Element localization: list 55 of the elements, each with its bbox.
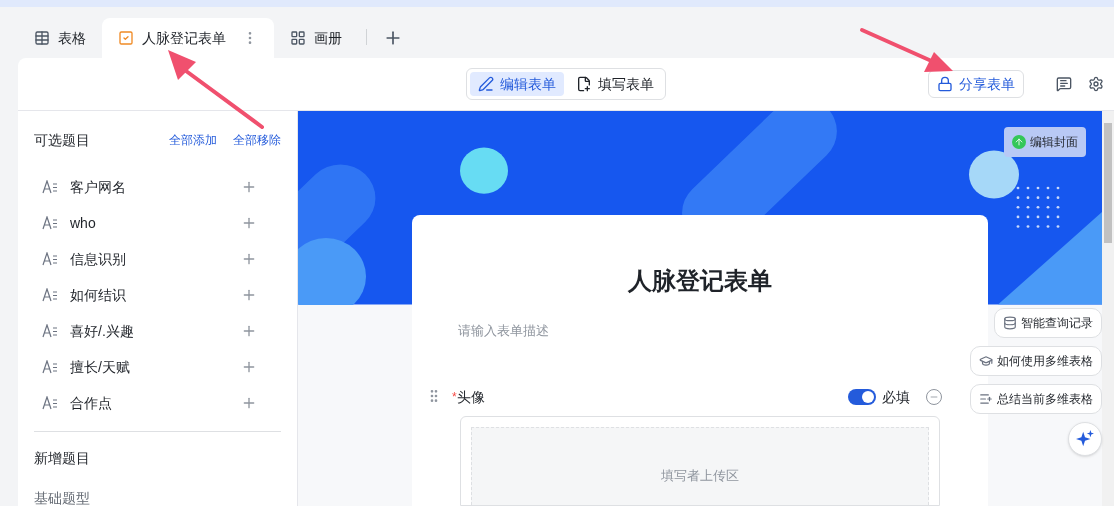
remove-all-link[interactable]: 全部移除 — [233, 131, 281, 149]
text-field-icon — [42, 324, 58, 338]
database-icon — [1003, 316, 1017, 330]
plus-icon[interactable] — [241, 215, 257, 231]
text-field-icon — [42, 216, 58, 230]
pen-icon — [478, 76, 494, 92]
settings-icon[interactable] — [1088, 76, 1104, 92]
plus-icon[interactable] — [241, 323, 257, 339]
edit-cover-button[interactable]: 编辑封面 — [1004, 127, 1086, 157]
section-title: 新增题目 — [34, 449, 91, 468]
tab[interactable]: 表格 — [18, 18, 102, 58]
mode-tab[interactable]: 填写表单 — [568, 72, 662, 96]
lock-icon — [937, 76, 953, 92]
ai-assistant-button[interactable] — [1068, 422, 1102, 456]
question-item[interactable]: 如何结识 — [34, 277, 281, 313]
required-label: 必填 — [882, 387, 910, 407]
required-toggle[interactable] — [848, 389, 876, 405]
plus-icon[interactable] — [241, 287, 257, 303]
text-field-icon — [42, 396, 58, 410]
plus-icon[interactable] — [241, 179, 257, 195]
text-field-icon — [42, 180, 58, 194]
plus-icon[interactable] — [241, 251, 257, 267]
question-item[interactable]: 擅长/天赋 — [34, 349, 281, 385]
add-all-link[interactable]: 全部添加 — [169, 131, 217, 149]
field-label: 头像 — [456, 387, 486, 407]
section-title: 可选题目 — [34, 130, 91, 150]
text-field-icon — [42, 288, 58, 302]
tab[interactable]: 画册 — [274, 18, 358, 58]
text-field-icon — [42, 360, 58, 374]
tab[interactable]: 人脉登记表单 — [102, 18, 274, 58]
plus-icon[interactable] — [241, 395, 257, 411]
question-item[interactable]: who — [34, 205, 281, 241]
question-item[interactable]: 喜好/.兴趣 — [34, 313, 281, 349]
assistant-suggestion[interactable]: 总结当前多维表格 — [970, 384, 1102, 414]
message-icon[interactable] — [1056, 76, 1072, 92]
mode-tab[interactable]: 编辑表单 — [470, 72, 564, 96]
list-icon — [979, 392, 993, 406]
required-mark: * — [452, 389, 457, 406]
form-title: 人脉登记表单 — [627, 265, 773, 296]
sparkle-icon — [1076, 430, 1094, 448]
plus-icon[interactable] — [241, 359, 257, 375]
grid-icon — [290, 30, 306, 46]
table-icon — [34, 30, 50, 46]
checkbox-icon — [118, 30, 134, 46]
document-plus-icon — [576, 76, 592, 92]
question-item[interactable]: 信息识别 — [34, 241, 281, 277]
assistant-suggestion[interactable]: 智能查询记录 — [994, 308, 1102, 338]
question-item[interactable]: 客户网名 — [34, 169, 281, 205]
assistant-suggestion[interactable]: 如何使用多维表格 — [970, 346, 1102, 376]
text-field-icon — [42, 252, 58, 266]
section-title: 基础题型 — [34, 489, 91, 506]
question-item[interactable]: 合作点 — [34, 385, 281, 421]
upload-icon — [1012, 135, 1026, 149]
scrollbar[interactable] — [1102, 111, 1114, 506]
graduation-cap-icon — [979, 354, 993, 368]
